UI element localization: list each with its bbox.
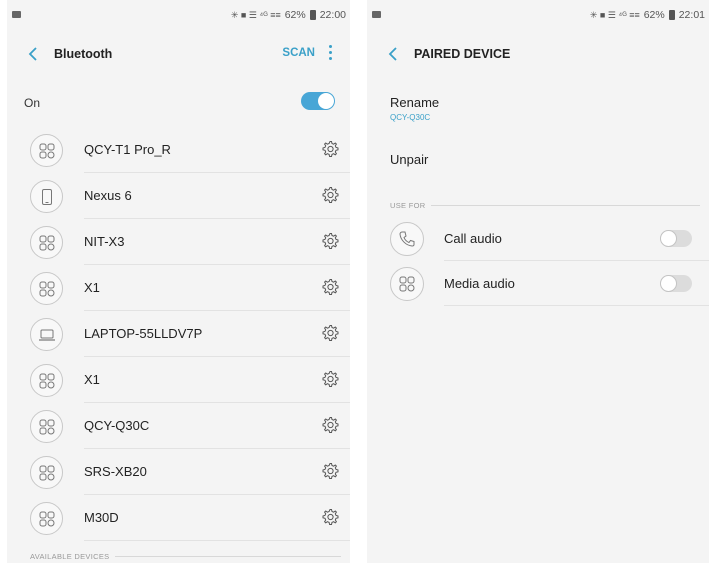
gear-icon[interactable]: [321, 324, 339, 342]
call-audio-row[interactable]: Call audio: [367, 217, 709, 261]
row-divider: [444, 305, 709, 306]
bluetooth-settings-screen: ✳ ■ ☰ ⁴ᴳ ≡≡ 62% 22:00 Bluetooth SCAN On …: [7, 0, 350, 563]
gear-icon[interactable]: [321, 462, 339, 480]
device-name: LAPTOP-55LLDV7P: [84, 326, 203, 341]
app-bar: Bluetooth SCAN: [7, 30, 350, 78]
device-icon-circle: [30, 410, 63, 443]
device-icon-circle: [30, 456, 63, 489]
device-row[interactable]: X1: [7, 357, 350, 403]
gear-icon[interactable]: [321, 232, 339, 250]
headset-icon: [399, 276, 415, 292]
device-icon-circle: [30, 364, 63, 397]
switch-knob: [660, 275, 677, 292]
media-audio-switch[interactable]: [660, 275, 692, 292]
media-audio-row[interactable]: Media audio: [367, 262, 709, 306]
media-audio-icon-circle: [390, 267, 424, 301]
gear-icon[interactable]: [321, 140, 339, 158]
laptop-icon: [38, 329, 55, 341]
battery-percent: 62%: [643, 9, 665, 21]
status-indicators: ✳ ■ ☰ ⁴ᴳ ≡≡ 62% 22:01: [590, 9, 705, 21]
back-arrow-icon[interactable]: [385, 46, 401, 62]
device-row[interactable]: Nexus 6: [7, 173, 350, 219]
battery-percent: 62%: [284, 9, 306, 21]
call-audio-switch[interactable]: [660, 230, 692, 247]
section-divider: [115, 556, 341, 557]
device-icon-circle: [30, 502, 63, 535]
scan-button[interactable]: SCAN: [282, 47, 315, 59]
status-icons: ✳ ■ ☰ ⁴ᴳ ≡≡: [230, 9, 281, 20]
headset-icon: [39, 419, 54, 434]
device-name: M30D: [84, 510, 119, 525]
bluetooth-toggle-row[interactable]: On: [7, 78, 350, 128]
headset-icon: [39, 465, 54, 480]
rename-label: Rename: [390, 95, 440, 110]
switch-knob: [660, 230, 677, 247]
device-row[interactable]: X1: [7, 265, 350, 311]
gear-icon[interactable]: [321, 416, 339, 434]
device-row[interactable]: LAPTOP-55LLDV7P: [7, 311, 350, 357]
phone-icon: [41, 188, 52, 205]
page-title: PAIRED DEVICE: [414, 47, 511, 61]
gear-icon[interactable]: [321, 370, 339, 388]
use-for-label: USE FOR: [390, 201, 426, 210]
back-arrow-icon[interactable]: [25, 46, 41, 62]
device-name: QCY-T1 Pro_R: [84, 142, 171, 157]
paired-device-screen: ✳ ■ ☰ ⁴ᴳ ≡≡ 62% 22:01 PAIRED DEVICE Rena…: [367, 0, 709, 563]
battery-icon: [309, 10, 316, 20]
headset-icon: [39, 143, 54, 158]
notification-icon: [372, 11, 381, 18]
gear-icon[interactable]: [321, 186, 339, 204]
more-options-icon[interactable]: [329, 45, 333, 63]
media-audio-label: Media audio: [444, 276, 515, 291]
status-icons: ✳ ■ ☰ ⁴ᴳ ≡≡: [589, 9, 640, 20]
battery-icon: [668, 10, 675, 20]
notification-icon: [12, 11, 21, 18]
available-devices-label: AVAILABLE DEVICES: [30, 552, 110, 561]
row-divider: [84, 540, 350, 541]
device-name: X1: [84, 280, 100, 295]
device-name: NIT-X3: [84, 234, 125, 249]
device-row[interactable]: QCY-Q30C: [7, 403, 350, 449]
clock: 22:00: [319, 9, 346, 21]
headset-icon: [39, 511, 54, 526]
app-bar: PAIRED DEVICE: [367, 30, 709, 78]
status-bar: ✳ ■ ☰ ⁴ᴳ ≡≡ 62% 22:00: [7, 0, 350, 30]
device-name-value: QCY-Q30C: [390, 113, 431, 122]
gear-icon[interactable]: [321, 508, 339, 526]
device-icon-circle: [30, 272, 63, 305]
headset-icon: [39, 235, 54, 250]
device-name: X1: [84, 372, 100, 387]
unpair-button[interactable]: Unpair: [390, 152, 428, 167]
call-audio-label: Call audio: [444, 231, 502, 246]
page-title: Bluetooth: [54, 47, 113, 61]
device-icon-circle: [30, 226, 63, 259]
device-icon-circle: [30, 318, 63, 351]
device-name: Nexus 6: [84, 188, 132, 203]
status-indicators: ✳ ■ ☰ ⁴ᴳ ≡≡ 62% 22:00: [231, 9, 346, 21]
paired-device-list: QCY-T1 Pro_R Nexus 6 NIT-X3 X1 LAPTOP-55LLDV…: [7, 127, 350, 541]
switch-knob: [318, 93, 334, 109]
section-divider: [431, 205, 700, 206]
device-name: QCY-Q30C: [84, 418, 150, 433]
use-for-header: USE FOR: [390, 201, 700, 210]
gear-icon[interactable]: [321, 278, 339, 296]
bluetooth-state-label: On: [24, 96, 41, 110]
available-devices-header: AVAILABLE DEVICES: [30, 552, 341, 561]
phone-handset-icon: [399, 231, 415, 247]
device-name: SRS-XB20: [84, 464, 147, 479]
call-audio-icon-circle: [390, 222, 424, 256]
device-row[interactable]: QCY-T1 Pro_R: [7, 127, 350, 173]
row-divider: [444, 260, 709, 261]
device-icon-circle: [30, 180, 63, 213]
status-bar: ✳ ■ ☰ ⁴ᴳ ≡≡ 62% 22:01: [367, 0, 709, 30]
bluetooth-switch[interactable]: [301, 92, 335, 110]
headset-icon: [39, 373, 54, 388]
device-row[interactable]: SRS-XB20: [7, 449, 350, 495]
device-row[interactable]: M30D: [7, 495, 350, 541]
headset-icon: [39, 281, 54, 296]
device-row[interactable]: NIT-X3: [7, 219, 350, 265]
clock: 22:01: [678, 9, 705, 21]
device-icon-circle: [30, 134, 63, 167]
rename-row[interactable]: Rename QCY-Q30C: [390, 95, 439, 122]
